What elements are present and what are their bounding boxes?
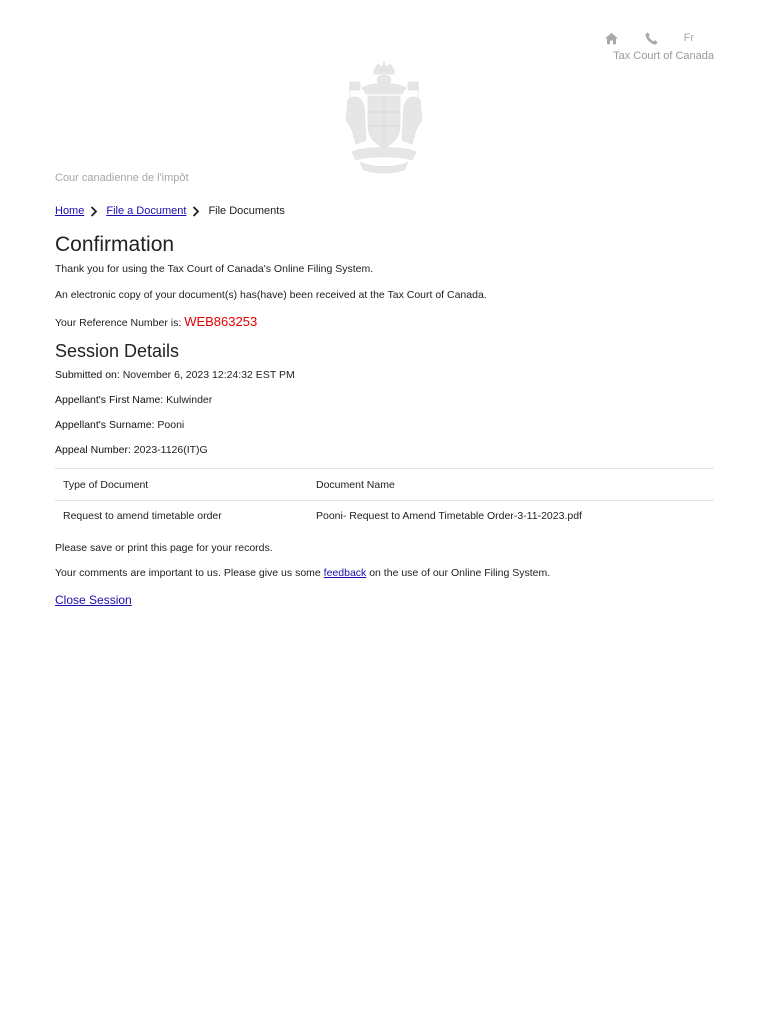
received-text: An electronic copy of your document(s) h…	[55, 289, 487, 301]
chevron-right-icon	[192, 205, 202, 217]
close-session-link[interactable]: Close Session	[55, 593, 132, 607]
appeal-number-value: 2023-1126(IT)G	[133, 444, 208, 456]
reference-number: WEB863253	[184, 314, 258, 329]
appeal-number-row: Appeal Number: 2023-1126(IT)G	[55, 444, 208, 456]
document-name-cell: Pooni- Request to Amend Timetable Order-…	[316, 509, 582, 522]
table-row: Request to amend timetable order Pooni- …	[55, 501, 714, 531]
top-utility-nav: Fr Tax Court of Canada	[514, 30, 714, 66]
surname-label: Appellant's Surname:	[55, 419, 155, 431]
surname-row: Appellant's Surname: Pooni	[55, 419, 184, 431]
breadcrumb-current: File Documents	[208, 205, 285, 217]
comments-text: Your comments are important to us. Pleas…	[55, 567, 550, 579]
home-icon[interactable]	[604, 30, 620, 46]
language-toggle-link[interactable]: Fr	[684, 32, 694, 44]
save-print-text: Please save or print this page for your …	[55, 542, 273, 554]
session-details-heading: Session Details	[55, 341, 180, 361]
surname-value: Pooni	[157, 419, 185, 431]
appeal-number-label: Appeal Number:	[55, 444, 131, 456]
breadcrumb: Home File a Document File Documents	[55, 205, 285, 217]
table-header-row: Type of Document Document Name	[55, 468, 714, 501]
column-header-type: Type of Document	[63, 478, 149, 491]
thank-you-text: Thank you for using the Tax Court of Can…	[55, 263, 374, 275]
feedback-link[interactable]: feedback	[324, 567, 367, 579]
utility-icons: Fr	[580, 30, 694, 46]
phone-icon[interactable]	[644, 30, 660, 46]
breadcrumb-file-document-link[interactable]: File a Document	[106, 205, 186, 217]
page-title: Confirmation	[55, 233, 175, 256]
submitted-on-label: Submitted on:	[55, 369, 120, 381]
first-name-label: Appellant's First Name:	[55, 394, 164, 406]
documents-table: Type of Document Document Name Request t…	[55, 468, 714, 531]
reference-line: Your Reference Number is: WEB863253	[55, 314, 257, 329]
breadcrumb-home-link[interactable]: Home	[55, 205, 84, 217]
submitted-on-value: November 6, 2023 12:24:32 EST PM	[122, 369, 295, 381]
org-name-french: Cour canadienne de l'impôt	[55, 172, 189, 184]
comments-before: Your comments are important to us. Pleas…	[55, 567, 324, 579]
document-type-cell: Request to amend timetable order	[63, 509, 222, 522]
org-name-english: Tax Court of Canada	[613, 50, 714, 62]
reference-label: Your Reference Number is:	[55, 317, 182, 329]
comments-after: on the use of our Online Filing System.	[366, 567, 551, 579]
column-header-name: Document Name	[316, 478, 395, 491]
first-name-value: Kulwinder	[166, 394, 213, 406]
first-name-row: Appellant's First Name: Kulwinder	[55, 394, 212, 406]
submitted-on-row: Submitted on: November 6, 2023 12:24:32 …	[55, 369, 295, 381]
coat-of-arms-icon	[345, 61, 423, 174]
chevron-right-icon	[90, 205, 100, 217]
